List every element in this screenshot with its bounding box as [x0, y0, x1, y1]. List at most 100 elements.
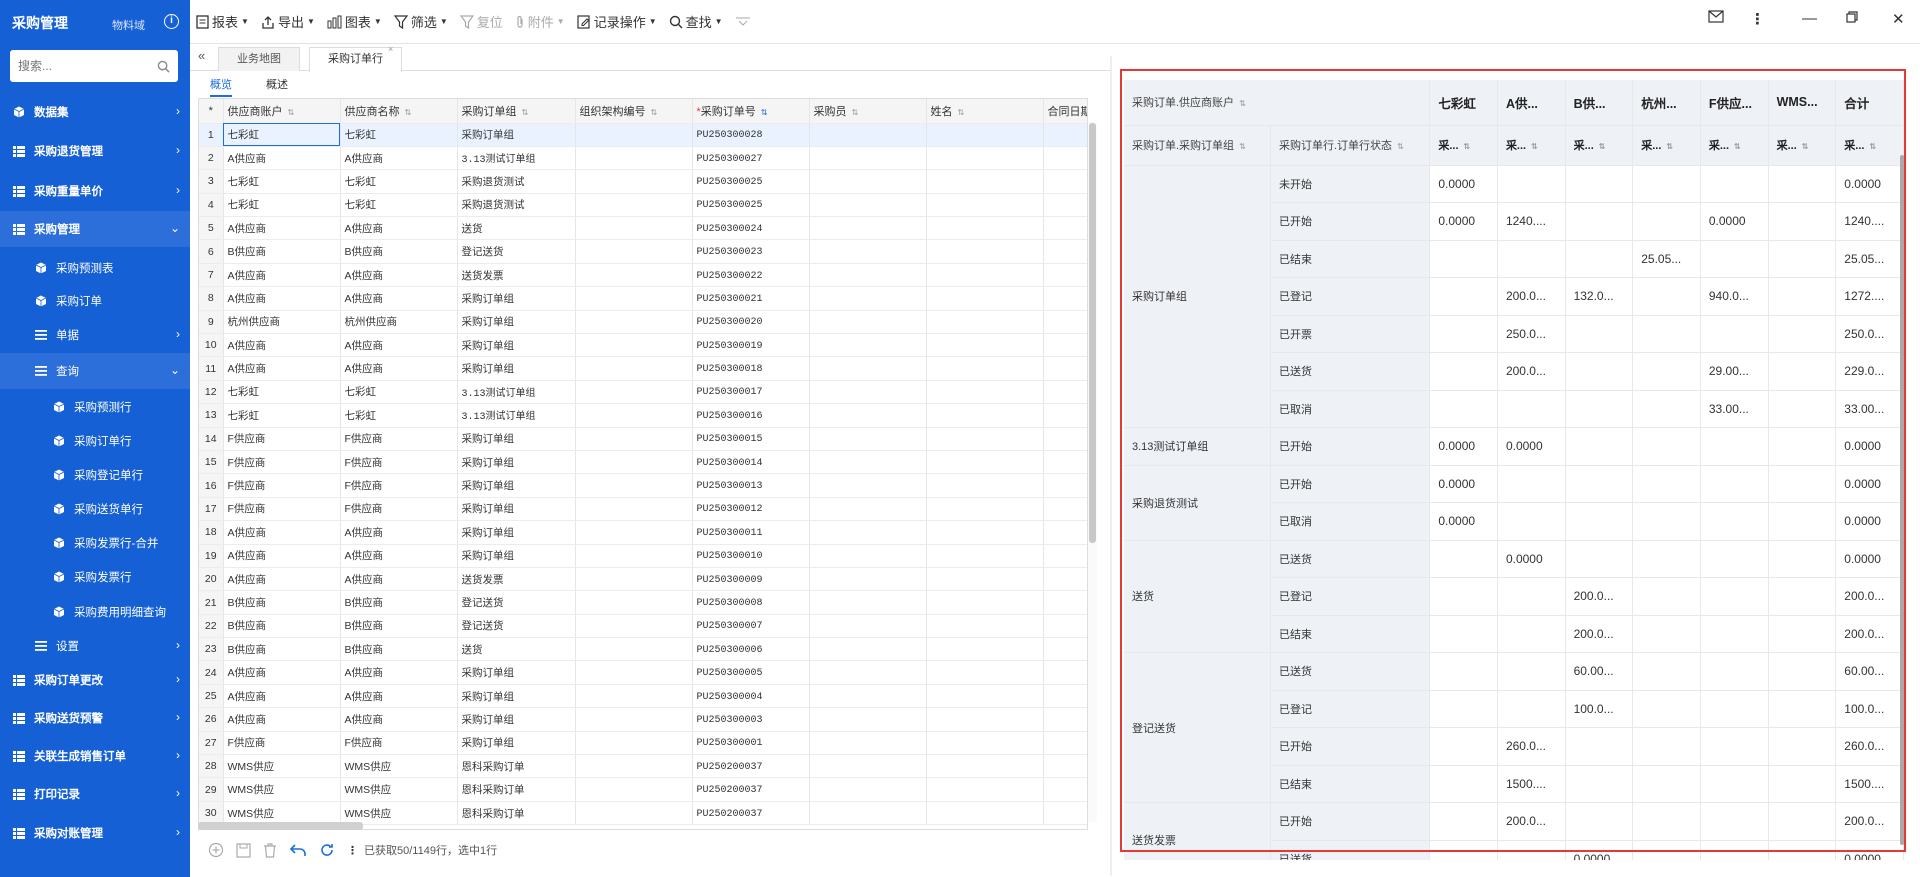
- table-cell[interactable]: [575, 497, 693, 522]
- pivot-value-cell[interactable]: [1632, 390, 1701, 428]
- pivot-value-cell[interactable]: [1497, 690, 1566, 728]
- pivot-value-cell[interactable]: 229.0...: [1835, 352, 1904, 391]
- pivot-value-cell[interactable]: [1768, 315, 1837, 353]
- table-row[interactable]: 5 A供应商 A供应商 送货 PU250300024: [199, 216, 1087, 241]
- table-cell[interactable]: PU250300007: [692, 614, 810, 639]
- table-cell[interactable]: [575, 754, 693, 779]
- sidebar-item[interactable]: 数据集 ›: [0, 94, 190, 130]
- table-cell[interactable]: [1043, 169, 1087, 194]
- table-cell[interactable]: [926, 169, 1044, 194]
- more-vertical-icon[interactable]: ⋮: [347, 844, 358, 857]
- pivot-value-cell[interactable]: [1768, 165, 1837, 203]
- pivot-column-header[interactable]: F供应...: [1700, 80, 1769, 126]
- table-cell[interactable]: 七彩虹: [340, 169, 458, 194]
- table-cell[interactable]: 采购订单组: [457, 660, 576, 685]
- table-cell[interactable]: [1043, 450, 1087, 475]
- table-row[interactable]: 18 A供应商 A供应商 采购订单组 PU250300011: [199, 520, 1087, 545]
- table-cell[interactable]: 七彩虹: [340, 123, 458, 147]
- pivot-value-cell[interactable]: 940.0...: [1700, 277, 1769, 316]
- pivot-value-cell[interactable]: [1700, 315, 1769, 353]
- pivot-value-cell[interactable]: [1768, 202, 1837, 241]
- table-cell[interactable]: PU250300028: [692, 123, 810, 147]
- pivot-value-cell[interactable]: [1565, 502, 1634, 541]
- table-cell[interactable]: [809, 754, 927, 779]
- table-row[interactable]: 21 B供应商 B供应商 登记送货 PU250300008: [199, 590, 1087, 615]
- table-row[interactable]: 7 A供应商 A供应商 送货发票 PU250300022: [199, 263, 1087, 288]
- table-cell[interactable]: B供应商: [223, 637, 341, 662]
- table-cell[interactable]: [926, 497, 1044, 522]
- table-cell[interactable]: 送货发票: [457, 263, 576, 288]
- table-cell[interactable]: [926, 193, 1044, 218]
- pivot-value-cell[interactable]: [1429, 390, 1498, 428]
- table-cell[interactable]: [809, 403, 927, 428]
- pivot-value-cell[interactable]: 0.0000: [1700, 202, 1769, 241]
- table-cell[interactable]: PU250300001: [692, 731, 810, 756]
- table-row[interactable]: 1 七彩虹 七彩虹 采购订单组 PU250300028: [199, 123, 1087, 147]
- table-cell[interactable]: 采购退货测试: [457, 193, 576, 218]
- subtab-summary[interactable]: 概述: [266, 76, 288, 92]
- table-cell[interactable]: [1043, 637, 1087, 662]
- pivot-value-cell[interactable]: [1700, 727, 1769, 766]
- refresh-icon[interactable]: [319, 842, 335, 858]
- column-header[interactable]: *: [199, 99, 224, 124]
- sidebar-item[interactable]: 采购预测行: [0, 389, 190, 425]
- table-cell[interactable]: F供应商: [223, 473, 341, 498]
- table-cell[interactable]: [809, 684, 927, 709]
- pivot-value-cell[interactable]: [1497, 465, 1566, 503]
- table-cell[interactable]: [926, 123, 1044, 147]
- pivot-value-cell[interactable]: [1768, 802, 1837, 841]
- pivot-value-cell[interactable]: 200.0...: [1565, 615, 1634, 653]
- table-cell[interactable]: PU250300011: [692, 520, 810, 545]
- table-cell[interactable]: PU250200037: [692, 801, 810, 826]
- table-row[interactable]: 2 A供应商 A供应商 3.13测试订单组 PU250300027: [199, 146, 1087, 171]
- pivot-value-cell[interactable]: [1768, 690, 1837, 728]
- table-cell[interactable]: [575, 333, 693, 358]
- pivot-value-cell[interactable]: [1429, 840, 1498, 860]
- table-cell[interactable]: 3.13测试订单组: [457, 146, 576, 171]
- attachment-button[interactable]: 附件 ▼: [509, 0, 571, 44]
- table-cell[interactable]: [926, 427, 1044, 451]
- sidebar-item[interactable]: 采购重量单价 ›: [0, 173, 190, 209]
- pivot-column-header[interactable]: 合计: [1835, 80, 1904, 126]
- table-cell[interactable]: 七彩虹: [223, 193, 341, 218]
- sort-icon[interactable]: ⇅: [1239, 99, 1246, 108]
- table-cell[interactable]: [926, 310, 1044, 335]
- table-cell[interactable]: 采购订单组: [457, 356, 576, 381]
- pivot-measure-header[interactable]: 采... ⇅: [1768, 125, 1837, 166]
- column-header[interactable]: 合同日期: [1043, 99, 1087, 124]
- pivot-value-cell[interactable]: [1565, 390, 1634, 428]
- table-cell[interactable]: 恩科采购订单: [457, 754, 576, 779]
- pivot-value-cell[interactable]: 0.0000: [1835, 427, 1904, 466]
- column-header[interactable]: 姓名 ⇅: [926, 99, 1044, 124]
- pivot-value-cell[interactable]: 1500....: [1497, 765, 1566, 803]
- tab-business-map[interactable]: 业务地图: [218, 47, 300, 71]
- sidebar-item[interactable]: 关联生成销售订单 ›: [0, 738, 190, 774]
- table-row[interactable]: 15 F供应商 F供应商 采购订单组 PU250300014: [199, 450, 1087, 475]
- pivot-value-cell[interactable]: [1700, 765, 1769, 803]
- table-cell[interactable]: B供应商: [223, 590, 341, 615]
- table-cell[interactable]: PU250300003: [692, 707, 810, 732]
- table-cell[interactable]: A供应商: [340, 684, 458, 709]
- sidebar-item[interactable]: 采购发票行: [0, 559, 190, 595]
- table-cell[interactable]: [926, 777, 1044, 802]
- pivot-value-cell[interactable]: [1632, 652, 1701, 691]
- pivot-measure-header[interactable]: 采... ⇅: [1700, 125, 1769, 166]
- table-cell[interactable]: F供应商: [223, 450, 341, 475]
- sort-icon[interactable]: ⇅: [1464, 142, 1471, 151]
- table-cell[interactable]: 送货: [457, 216, 576, 241]
- pivot-value-cell[interactable]: 200.0...: [1565, 577, 1634, 616]
- pivot-value-cell[interactable]: [1429, 727, 1498, 766]
- table-cell[interactable]: [575, 286, 693, 311]
- pivot-value-cell[interactable]: [1768, 352, 1837, 391]
- table-cell[interactable]: [809, 193, 927, 218]
- pivot-value-cell[interactable]: [1565, 165, 1634, 203]
- table-cell[interactable]: WMS供应: [223, 777, 341, 802]
- table-cell[interactable]: [575, 169, 693, 194]
- table-cell[interactable]: 恩科采购订单: [457, 801, 576, 826]
- pivot-value-cell[interactable]: 0.0000: [1429, 202, 1498, 241]
- sidebar-item[interactable]: 采购退货管理 ›: [0, 133, 190, 169]
- pivot-value-cell[interactable]: 0.0000: [1429, 165, 1498, 203]
- table-cell[interactable]: [809, 427, 927, 451]
- table-cell[interactable]: [1043, 497, 1087, 522]
- pivot-value-cell[interactable]: [1632, 690, 1701, 728]
